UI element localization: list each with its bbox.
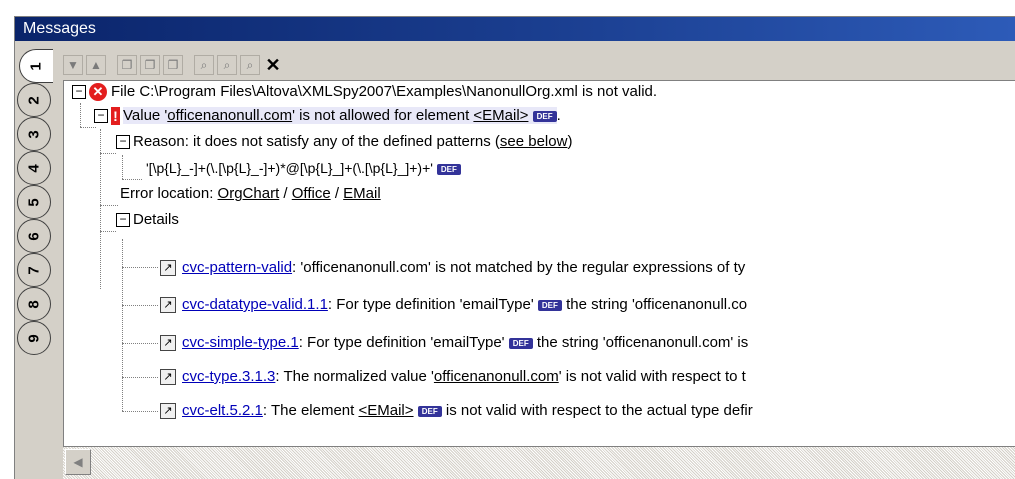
jump-icon[interactable]: ↗	[160, 260, 176, 277]
tab-2[interactable]: 2	[17, 83, 51, 117]
copy-icon: ❐	[121, 58, 133, 72]
detail-item[interactable]: ↗ cvc-simple-type.1: For type definition …	[160, 330, 748, 356]
detail-link[interactable]: cvc-pattern-valid	[182, 259, 292, 276]
copy-branch-button[interactable]: ❐	[140, 55, 160, 75]
message-pattern[interactable]: '[\p{L}_-]+(\.[\p{L}_-]+)*@[\p{L}_]+(\.[…	[146, 155, 461, 181]
jump-icon[interactable]: ↗	[160, 369, 176, 386]
message-tabs: 1 2 3 4 5 6 7 8 9	[17, 43, 55, 363]
tab-8[interactable]: 8	[17, 287, 51, 321]
message-details[interactable]: − Details	[116, 207, 179, 233]
collapse-icon[interactable]: −	[116, 135, 130, 150]
message-value[interactable]: −! Value 'officenanonull.com' is not allo…	[94, 103, 561, 129]
tree-line	[100, 205, 118, 206]
tab-4[interactable]: 4	[17, 151, 51, 185]
copy-branch-icon: ❐	[144, 58, 156, 72]
find-previous-icon: ⌕	[223, 57, 231, 72]
tree-line	[122, 155, 123, 179]
message-error-location[interactable]: Error location: OrgChart / Office / EMai…	[120, 181, 381, 207]
tab-7[interactable]: 7	[17, 253, 51, 287]
def-icon[interactable]: DEF	[537, 299, 562, 311]
arrow-left-icon: ◀	[73, 455, 83, 469]
horizontal-scrollbar[interactable]: ◀	[63, 446, 1015, 479]
detail-link[interactable]: cvc-type.3.1.3	[182, 368, 275, 385]
detail-item[interactable]: ↗ cvc-type.3.1.3: The normalized value 'o…	[160, 364, 746, 390]
detail-item[interactable]: ↗ cvc-pattern-valid: 'officenanonull.com'…	[160, 255, 745, 281]
value-link[interactable]: officenanonull.com	[167, 107, 292, 124]
tab-5[interactable]: 5	[17, 185, 51, 219]
detail-link[interactable]: cvc-simple-type.1	[182, 334, 299, 351]
find-button[interactable]: ⌕	[194, 55, 214, 75]
tree-line	[100, 153, 116, 154]
find-previous-button[interactable]: ⌕	[217, 55, 237, 75]
tab-9[interactable]: 9	[17, 321, 51, 355]
messages-toolbar: ▼ ▲ ❐ ❐ ❐ ⌕ ⌕ ⌕ ✕	[63, 54, 283, 76]
path-link-office[interactable]: Office	[292, 185, 331, 202]
tree-line	[122, 179, 142, 180]
tree-line	[122, 377, 158, 378]
find-icon: ⌕	[200, 57, 208, 72]
tab-6[interactable]: 6	[17, 219, 51, 253]
jump-icon[interactable]: ↗	[160, 335, 176, 352]
element-link[interactable]: <EMail>	[473, 107, 528, 124]
tree-line	[122, 305, 158, 306]
clear-button[interactable]: ✕	[263, 55, 283, 75]
tree-line	[80, 103, 81, 127]
path-link-email[interactable]: EMail	[343, 185, 381, 202]
window-title: Messages	[15, 17, 1015, 41]
tab-3[interactable]: 3	[17, 117, 51, 151]
jump-icon[interactable]: ↗	[160, 403, 176, 420]
detail-item[interactable]: ↗ cvc-datatype-valid.1.1: For type defini…	[160, 292, 747, 318]
collapse-icon[interactable]: −	[72, 85, 86, 100]
arrow-up-icon: ▲	[90, 58, 102, 72]
messages-panel: ▼ ▲ ❐ ❐ ❐ ⌕ ⌕ ⌕ ✕ − ✕ File C:\Program Fi…	[53, 43, 1015, 479]
scroll-left-button[interactable]: ◀	[65, 449, 91, 475]
detail-link[interactable]: cvc-datatype-valid.1.1	[182, 296, 328, 313]
error-icon: ✕	[89, 83, 107, 102]
copy-all-icon: ❐	[167, 58, 179, 72]
path-link-orgchart[interactable]: OrgChart	[218, 185, 280, 202]
detail-link[interactable]: cvc-elt.5.2.1	[182, 402, 263, 419]
arrow-down-icon: ▼	[67, 58, 79, 72]
value-text: Value 'officenanonull.com' is not allowe…	[123, 107, 557, 124]
tree-line	[122, 343, 158, 344]
warning-icon: !	[111, 107, 120, 126]
def-icon[interactable]: DEF	[417, 405, 442, 417]
tab-1[interactable]: 1	[19, 49, 53, 83]
element-link[interactable]: <EMail>	[359, 402, 414, 419]
jump-icon[interactable]: ↗	[160, 297, 176, 314]
find-next-button[interactable]: ⌕	[240, 55, 260, 75]
value-link[interactable]: officenanonull.com	[434, 368, 559, 385]
messages-window: Messages 1 2 3 4 5 6 7 8 9 ▼ ▲ ❐ ❐ ❐ ⌕ ⌕…	[14, 16, 1015, 479]
message-reason[interactable]: − Reason: it does not satisfy any of the …	[116, 129, 572, 155]
see-below-link[interactable]: see below	[500, 133, 568, 150]
collapse-icon[interactable]: −	[94, 109, 108, 124]
copy-all-button[interactable]: ❐	[163, 55, 183, 75]
messages-tree: − ✕ File C:\Program Files\Altova\XMLSpy200…	[63, 80, 1015, 447]
previous-message-button[interactable]: ▲	[86, 55, 106, 75]
def-icon[interactable]: DEF	[436, 163, 461, 175]
copy-message-button[interactable]: ❐	[117, 55, 137, 75]
next-message-button[interactable]: ▼	[63, 55, 83, 75]
tree-line	[100, 231, 116, 232]
def-icon[interactable]: DEF	[532, 110, 557, 122]
collapse-icon[interactable]: −	[116, 213, 130, 228]
tree-line	[122, 239, 123, 411]
find-next-icon: ⌕	[246, 57, 254, 72]
def-icon[interactable]: DEF	[508, 337, 533, 349]
close-icon: ✕	[265, 54, 281, 75]
tree-line	[122, 411, 158, 412]
tree-line	[122, 267, 158, 268]
message-root[interactable]: − ✕ File C:\Program Files\Altova\XMLSpy200…	[72, 81, 657, 105]
detail-item[interactable]: ↗ cvc-elt.5.2.1: The element <EMail> DEF …	[160, 398, 753, 424]
